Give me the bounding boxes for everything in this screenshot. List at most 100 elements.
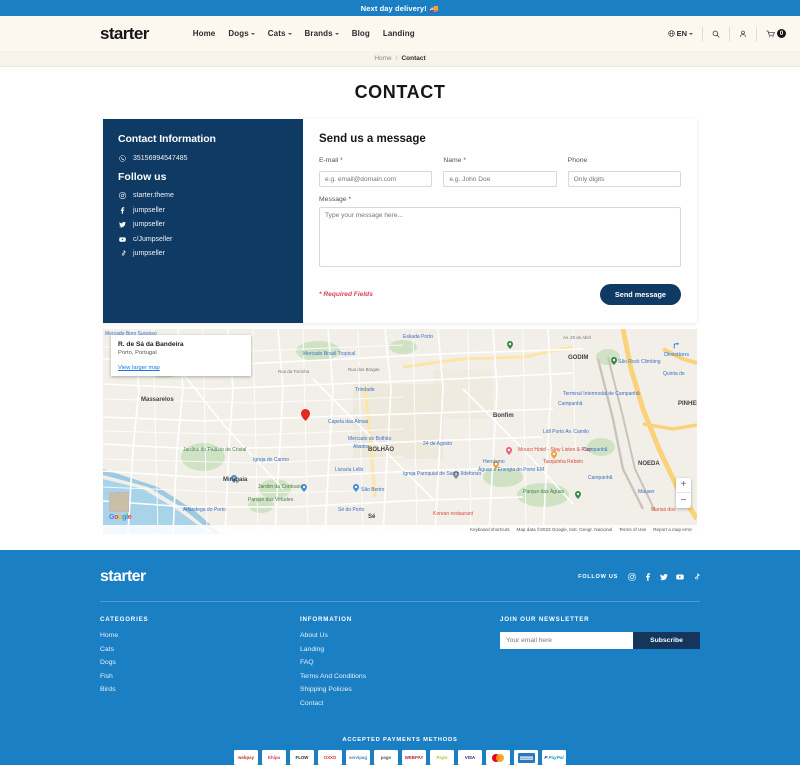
footer-link-birds[interactable]: Birds [100,686,300,693]
nav-label: Blog [351,29,370,38]
nav-label: Home [192,29,216,38]
nav-item-brands[interactable]: Brands [305,29,339,38]
social-label: jumpseller [133,221,165,228]
breadcrumb: Home / Contact [0,51,800,67]
footer-instagram-link[interactable] [628,568,636,586]
footer-tiktok-link[interactable] [692,568,700,586]
report-map-error-link[interactable]: Report a map error [653,527,692,532]
footer-categories-column: CATEGORIES Home Cats Dogs Fish Birds [100,616,300,713]
map-label: Águas e Energia do Porto EM [478,466,545,473]
map-zoom-controls[interactable]: + − [676,477,691,508]
map-pin-green [611,356,617,365]
footer-logo[interactable]: starter [100,568,146,586]
map-data-text: Map data ©2023 Google, Inst. Geogr. Naci… [516,526,613,532]
language-selector[interactable]: EN [667,26,703,41]
map-pin-pink [506,446,512,455]
footer-youtube-link[interactable] [676,568,684,586]
map-label: Tasquinha Rebelo [543,458,584,465]
footer-link-faq[interactable]: FAQ [300,659,500,666]
map-label: Mercado Brasil Tropical [303,350,356,357]
keyboard-shortcuts-link[interactable]: Keyboard shortcuts [470,527,510,532]
map-directions-button[interactable]: Directions [664,341,689,358]
map-label: BOLHÃO [368,446,394,453]
map-label: Terminal Intermodal de Campanhã [563,390,640,397]
footer-link-about-us[interactable]: About Us [300,632,500,639]
view-larger-map-link[interactable]: View larger map [118,365,244,371]
payments-heading: ACCEPTED PAYMENTS METHODS [342,737,458,743]
map-label: Sé do Porto [338,506,365,513]
phone-field-group: Phone [567,157,681,187]
tiktok-icon [695,573,700,580]
nav-item-cats[interactable]: Cats [268,29,292,38]
subscribe-button[interactable]: Subscribe [633,632,700,649]
newsletter-form: Subscribe [500,632,700,649]
map-zoom-out-button[interactable]: − [676,493,691,508]
street-view-thumbnail[interactable] [109,491,129,512]
footer-link-contact[interactable]: Contact [300,700,500,707]
nav-item-landing[interactable]: Landing [383,29,415,38]
footer-link-home[interactable]: Home [100,632,300,639]
social-link-twitter[interactable]: jumpseller [118,221,288,228]
truck-icon: 🚚 [429,3,440,13]
footer-link-terms[interactable]: Terms And Conditions [300,673,500,680]
map-label: São Rock Climbing [618,358,661,365]
facebook-icon [646,573,651,581]
breadcrumb-home[interactable]: Home [374,55,391,62]
nav-label: Landing [382,29,415,38]
footer-link-dogs[interactable]: Dogs [100,659,300,666]
newsletter-email-input[interactable] [500,632,633,649]
header-actions: EN 0 [667,26,786,41]
terms-of-use-link[interactable]: Terms of Use [619,527,646,532]
map-info-card: R. de Sá da Bandeira Porto, Portugal Vie… [111,334,251,376]
user-icon [739,30,747,37]
map-label: PINHEIRO CAMPANHÃ [678,400,697,407]
chevron-down-icon [287,32,292,35]
form-row-top: E-mail * Name * Phone [319,157,681,187]
nav-item-blog[interactable]: Blog [352,29,370,38]
footer-categories-heading: CATEGORIES [100,616,149,623]
message-textarea[interactable] [319,206,681,267]
map-card-subtitle: Porto, Portugal [118,350,157,356]
breadcrumb-current: Contact [401,55,426,62]
footer-link-landing[interactable]: Landing [300,646,500,653]
map-label: Trindade [355,386,375,393]
nav-item-home[interactable]: Home [193,29,216,38]
map-label: Heroísmo [483,458,505,465]
send-message-button[interactable]: Send message [599,283,681,305]
footer-link-cats[interactable]: Cats [100,646,300,653]
payment-khipu-badge: Khipu [262,750,286,765]
payment-amex-badge [514,750,538,765]
social-link-youtube[interactable]: c/Jumpseller [118,236,288,243]
contact-phone-row[interactable]: 35156994547485 [118,155,288,162]
social-link-tiktok[interactable]: jumpseller [118,250,288,257]
footer-link-shipping[interactable]: Shipping Policies [300,686,500,693]
contact-form-panel: Send us a message E-mail * Name * Phone … [303,119,697,323]
search-button[interactable] [703,26,730,41]
email-input[interactable] [319,171,433,187]
google-map[interactable]: Mercado Bom Sucesso Eskada Porto Av. 25 de… [103,328,697,534]
footer-facebook-link[interactable] [644,568,652,586]
main-navigation: Home Dogs Cats Brands Blog Landing [193,29,415,38]
payment-webpay-badge: webpay [234,750,258,765]
phone-label: Phone [567,157,588,164]
map-zoom-in-button[interactable]: + [676,478,691,493]
social-link-facebook[interactable]: jumpseller [118,207,288,214]
map-label: Mauser [638,488,655,495]
map-label: Alfândega do Porto [183,506,226,513]
map-label: Campanhã [583,446,608,453]
phone-input[interactable] [567,171,681,187]
account-button[interactable] [730,26,757,41]
page-title: CONTACT [354,82,446,102]
footer-twitter-link[interactable] [660,568,668,586]
map-label: Bonfim [493,412,514,419]
social-link-instagram[interactable]: starter.theme [118,192,288,199]
name-input[interactable] [443,171,557,187]
required-fields-note: * Required Fields [319,290,373,298]
footer-link-fish[interactable]: Fish [100,673,300,680]
nav-item-dogs[interactable]: Dogs [228,29,255,38]
cart-icon [766,30,775,37]
cart-button[interactable]: 0 [757,27,786,41]
contact-phone-number: 35156994547485 [133,155,188,162]
site-header: starter Home Dogs Cats Brands Blog Landi… [0,16,800,51]
site-logo[interactable]: starter [100,24,149,44]
